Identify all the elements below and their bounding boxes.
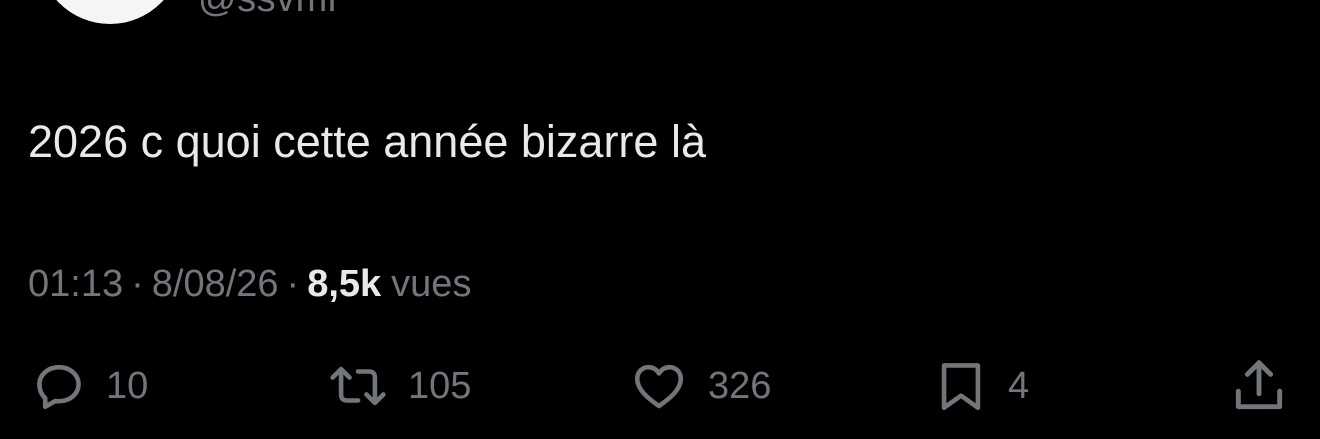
bookmark-button[interactable]: 4 <box>932 355 1029 417</box>
retweet-count: 105 <box>408 364 472 407</box>
views-count[interactable]: 8,5k <box>307 260 381 308</box>
tweet-meta: 01:13 · 8/08/26 · 8,5k vues <box>28 260 471 308</box>
views-label: vues <box>391 263 472 305</box>
tweet-date[interactable]: 8/08/26 <box>152 260 279 308</box>
retweet-button[interactable]: 105 <box>326 355 471 417</box>
like-button[interactable]: 326 <box>628 355 771 417</box>
bookmark-count: 4 <box>1008 364 1030 407</box>
reply-button[interactable]: 10 <box>30 355 148 417</box>
reply-count: 10 <box>106 364 149 407</box>
share-button[interactable] <box>1228 355 1290 417</box>
meta-separator: · <box>131 263 144 305</box>
heart-icon <box>628 357 690 415</box>
avatar[interactable] <box>38 0 182 24</box>
action-bar: 10 105 326 4 <box>0 355 1320 417</box>
tweet-time[interactable]: 01:13 <box>28 260 123 308</box>
tweet-text: 2026 c quoi cette année bizarre là <box>28 116 706 167</box>
user-handle[interactable]: @ssvmr <box>198 0 341 21</box>
like-count: 326 <box>708 364 772 407</box>
bookmark-icon <box>932 357 990 415</box>
retweet-icon <box>326 357 390 415</box>
share-icon <box>1228 355 1290 417</box>
meta-separator: · <box>286 263 300 305</box>
reply-icon <box>30 357 88 415</box>
